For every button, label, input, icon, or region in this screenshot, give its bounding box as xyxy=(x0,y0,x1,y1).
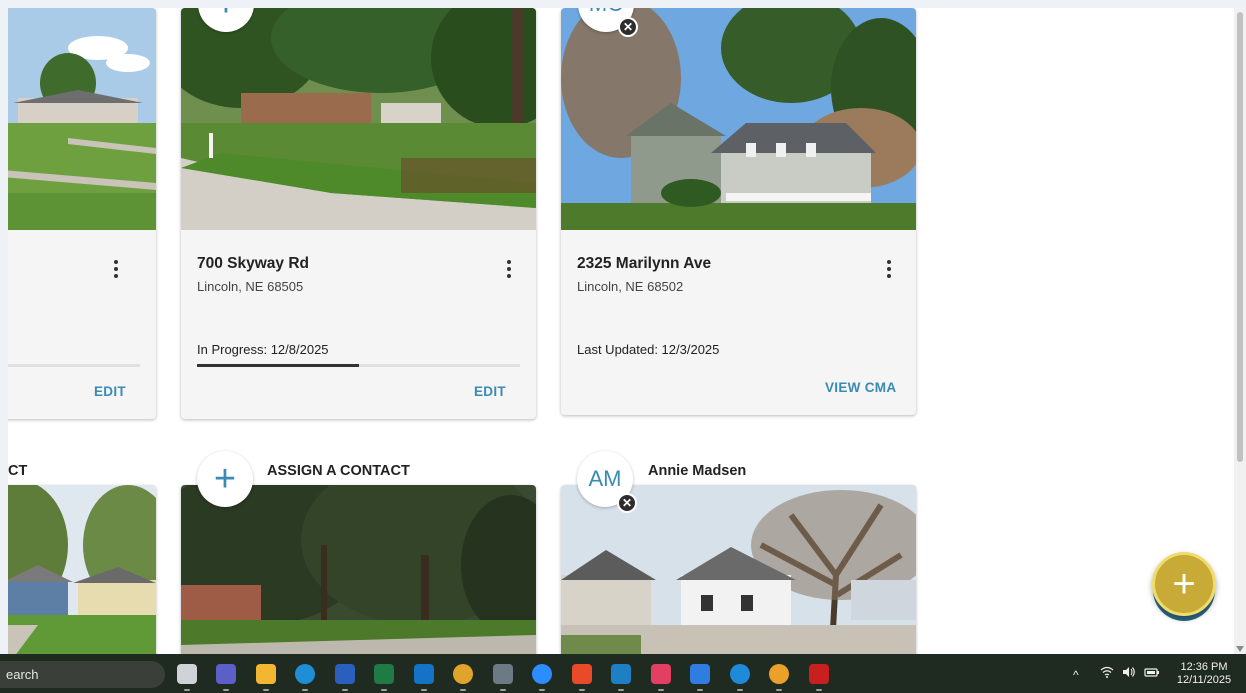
view-cma-button[interactable]: VIEW CMA xyxy=(825,380,896,395)
app-doc-icon[interactable] xyxy=(690,664,710,691)
taskbar-search-input[interactable]: earch xyxy=(0,661,165,688)
listing-card: 700 Skyway Rd Lincoln, NE 68505 In Progr… xyxy=(181,8,536,419)
battery-icon[interactable] xyxy=(1144,666,1160,681)
property-photo[interactable] xyxy=(181,8,536,230)
acrobat-icon[interactable] xyxy=(809,664,829,691)
progress-bar xyxy=(197,364,520,367)
app-s-icon[interactable] xyxy=(572,664,592,691)
more-options-icon[interactable] xyxy=(506,260,512,278)
clock-date: 12/11/2025 xyxy=(1176,674,1232,686)
property-photo[interactable] xyxy=(561,8,916,230)
edit-button[interactable]: EDIT xyxy=(94,384,126,399)
property-photo[interactable] xyxy=(561,485,916,654)
file-explorer-icon[interactable] xyxy=(256,664,276,691)
wifi-icon[interactable] xyxy=(1100,666,1114,681)
app-pink-icon[interactable] xyxy=(651,664,671,691)
listing-status: Last Updated: 12/3/2025 xyxy=(577,342,720,357)
task-view-icon[interactable] xyxy=(177,664,197,691)
contact-name: Annie Madsen xyxy=(648,463,747,479)
progress-fill xyxy=(197,364,359,367)
assign-contact-label[interactable]: ASSIGN A CONTACT xyxy=(267,463,410,479)
page-scrollbar[interactable] xyxy=(1234,8,1246,654)
remove-contact-icon[interactable]: ✕ xyxy=(617,493,637,513)
listing-grid: EDIT 700 Skyway Rd Lincoln, NE 68505 In … xyxy=(8,8,1234,654)
chrome-profile-icon[interactable] xyxy=(769,664,789,691)
listing-city: Lincoln, NE 68505 xyxy=(197,279,304,294)
app-c-icon[interactable] xyxy=(730,664,750,691)
calculator-icon[interactable] xyxy=(493,664,513,691)
assign-contact-avatar[interactable]: + xyxy=(197,451,253,507)
chrome-icon[interactable] xyxy=(453,664,473,691)
listing-status: In Progress: 12/8/2025 xyxy=(197,342,329,357)
app-r-icon[interactable] xyxy=(611,664,631,691)
more-options-icon[interactable] xyxy=(113,260,119,278)
progress-bar xyxy=(8,364,140,367)
add-listing-button[interactable]: + xyxy=(1152,552,1216,616)
edit-button[interactable]: EDIT xyxy=(474,384,506,399)
outlook-icon[interactable] xyxy=(414,664,434,691)
tray-chevron-icon[interactable]: ^ xyxy=(1073,668,1079,682)
listing-card xyxy=(181,485,536,654)
listing-card xyxy=(561,485,916,654)
property-photo[interactable] xyxy=(181,485,536,654)
taskbar-clock[interactable]: 12:36 PM 12/11/2025 xyxy=(1170,661,1238,687)
listing-city: Lincoln, NE 68502 xyxy=(577,279,684,294)
listing-card xyxy=(8,485,156,654)
remove-contact-icon[interactable]: ✕ xyxy=(618,17,638,37)
teams-icon[interactable] xyxy=(216,664,236,691)
excel-icon[interactable] xyxy=(374,664,394,691)
clock-time: 12:36 PM xyxy=(1180,661,1228,673)
windows-taskbar: earch ^ 12:36 PM 12/11/2025 xyxy=(0,654,1246,693)
scrollbar-thumb[interactable] xyxy=(1237,12,1243,462)
zoom-icon[interactable] xyxy=(532,664,552,691)
property-photo[interactable] xyxy=(8,485,156,654)
property-photo[interactable] xyxy=(8,8,156,230)
volume-icon[interactable] xyxy=(1122,666,1136,681)
edge-icon[interactable] xyxy=(295,664,315,691)
listing-address: 2325 Marilynn Ave xyxy=(577,255,712,272)
contact-label: CT xyxy=(8,463,28,479)
scroll-down-icon[interactable] xyxy=(1236,646,1244,652)
listing-card: EDIT xyxy=(8,8,156,419)
listing-address: 700 Skyway Rd xyxy=(197,255,310,272)
progress-fill xyxy=(8,364,140,367)
listing-card: 2325 Marilynn Ave Lincoln, NE 68502 Last… xyxy=(561,8,916,415)
word-icon[interactable] xyxy=(335,664,355,691)
more-options-icon[interactable] xyxy=(886,260,892,278)
